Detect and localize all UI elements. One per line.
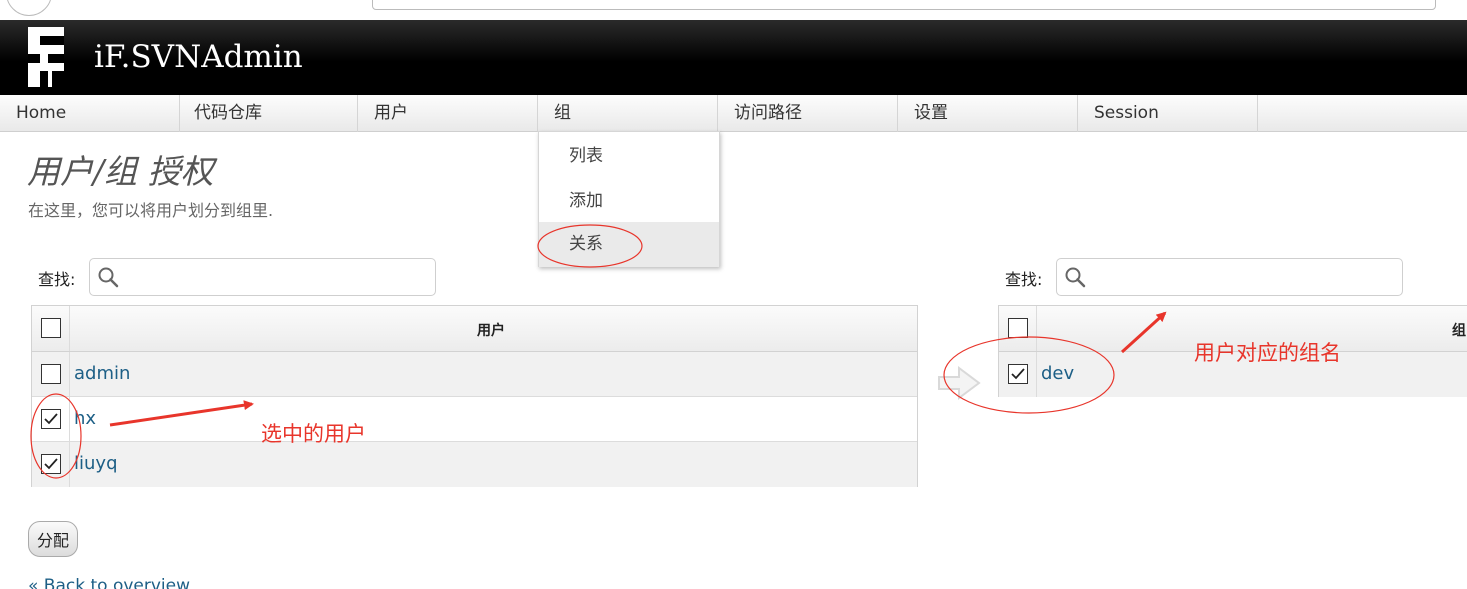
menu-item-list[interactable]: 列表 (539, 134, 719, 179)
user-link[interactable]: admin (74, 363, 130, 384)
main-nav: Home 代码仓库 用户 组 访问路径 设置 Session (0, 95, 1467, 132)
annotation-selected-users-text: 选中的用户 (261, 422, 366, 446)
check-icon (44, 413, 58, 425)
table-row[interactable]: hx (32, 397, 917, 442)
checkbox-cell (32, 397, 70, 441)
row-checkbox[interactable] (41, 364, 61, 384)
nav-item-home[interactable]: Home (0, 95, 180, 132)
search-icon (1065, 267, 1086, 288)
app-logo (28, 27, 64, 87)
menu-item-add[interactable]: 添加 (539, 179, 719, 224)
select-all-groups-checkbox[interactable] (1008, 318, 1028, 338)
nav-item-access-paths[interactable]: 访问路径 (718, 95, 898, 132)
checkbox-cell (32, 442, 70, 487)
nav-item-session[interactable]: Session (1078, 95, 1258, 132)
user-link[interactable]: liuyq (74, 453, 118, 474)
left-search-input[interactable] (89, 258, 436, 296)
row-checkbox[interactable] (41, 454, 61, 474)
row-checkbox[interactable] (1008, 364, 1028, 384)
nav-item-repositories[interactable]: 代码仓库 (178, 95, 358, 132)
menu-item-relations[interactable]: 关系 (539, 222, 719, 267)
back-to-overview-link[interactable]: « Back to overview (28, 576, 190, 589)
browser-back-button[interactable] (6, 0, 52, 16)
check-icon (44, 458, 58, 470)
page-subtitle: 在这里，您可以将用户划分到组里. (28, 201, 274, 220)
groups-dropdown-menu: 列表 添加 关系 (538, 131, 720, 267)
user-link[interactable]: hx (74, 408, 96, 429)
checkbox-cell (999, 352, 1037, 397)
assign-button[interactable]: 分配 (28, 521, 78, 557)
browser-toolbar (0, 0, 1467, 20)
select-all-users-checkbox[interactable] (41, 318, 61, 338)
transfer-arrow-icon (938, 366, 981, 400)
row-checkbox[interactable] (41, 409, 61, 429)
users-column-header[interactable]: 用户 (477, 320, 505, 340)
table-row[interactable]: liuyq (32, 442, 917, 487)
search-icon (98, 267, 119, 288)
app-header: iF.SVNAdmin (0, 20, 1467, 95)
app-title: iF.SVNAdmin (94, 39, 303, 75)
users-table: 用户 admin hx liuyq (31, 305, 918, 487)
left-search-label: 查找: (38, 270, 76, 289)
check-icon (1011, 368, 1025, 380)
page-root: iF.SVNAdmin Home 代码仓库 用户 组 访问路径 设置 Sessi… (0, 0, 1467, 589)
users-table-header: 用户 (32, 306, 917, 352)
select-all-cell (32, 306, 70, 351)
table-row[interactable]: admin (32, 352, 917, 397)
annotation-group-name-text: 用户对应的组名 (1194, 341, 1341, 365)
groups-column-header[interactable]: 组 (1452, 320, 1466, 340)
page-title: 用户/组 授权 (27, 152, 214, 191)
group-link[interactable]: dev (1041, 363, 1074, 384)
right-search-input[interactable] (1056, 258, 1403, 296)
nav-item-groups[interactable]: 组 (538, 95, 718, 132)
browser-address-bar[interactable] (372, 0, 1436, 10)
checkbox-cell (32, 352, 70, 396)
right-search-label: 查找: (1005, 270, 1043, 289)
nav-item-settings[interactable]: 设置 (898, 95, 1078, 132)
nav-item-users[interactable]: 用户 (358, 95, 538, 132)
select-all-cell (999, 306, 1037, 351)
